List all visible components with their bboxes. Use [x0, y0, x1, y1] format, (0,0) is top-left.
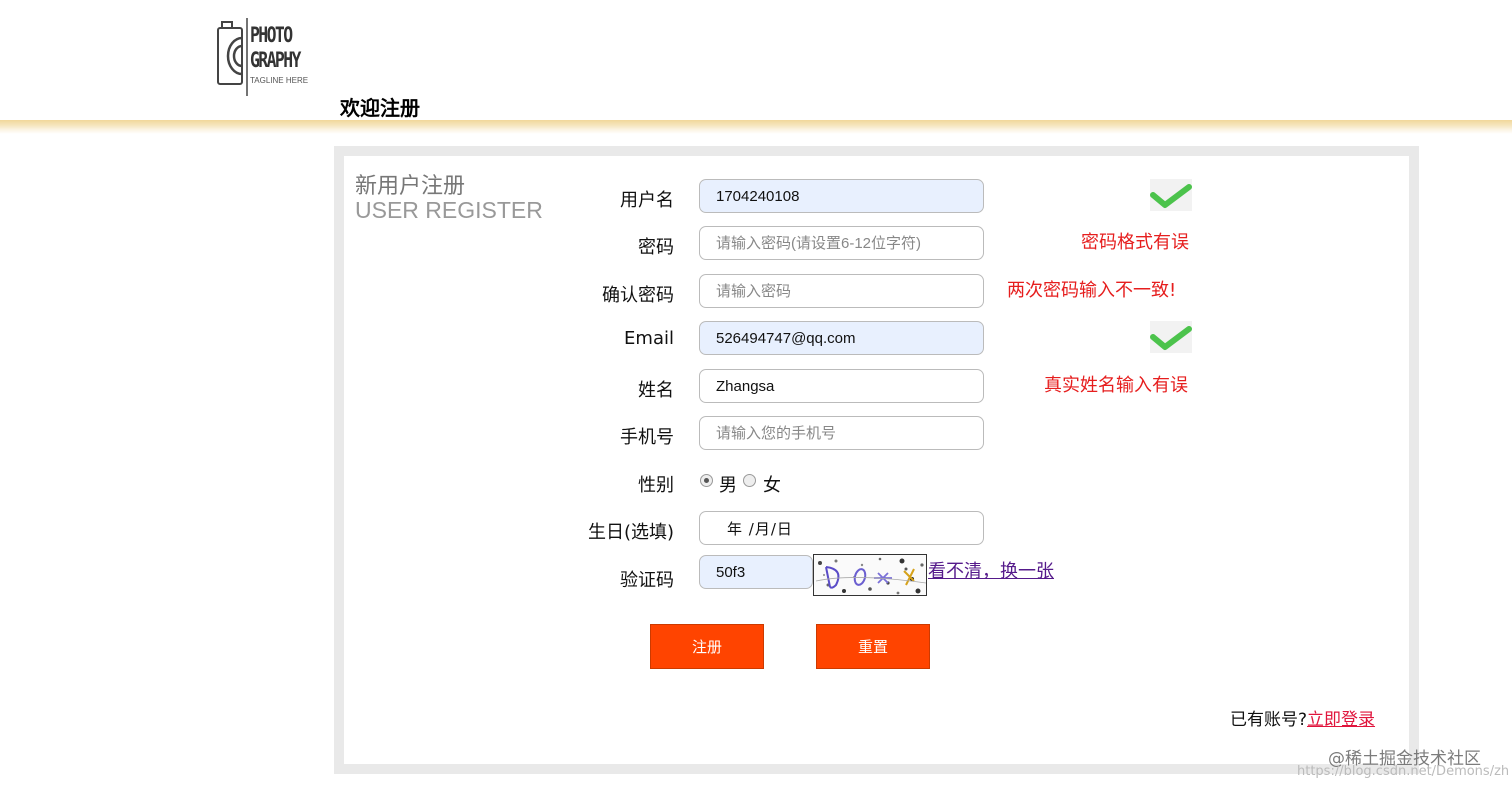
captcha-label: 验证码 [620, 570, 674, 591]
logo-line-1: PHOTO [250, 23, 293, 47]
gender-male-radio[interactable] [700, 474, 713, 487]
phone-input[interactable] [699, 416, 984, 450]
confirm-password-error: 两次密码输入不一致! [1007, 280, 1177, 301]
panel-title: 新用户注册 [355, 174, 466, 199]
register-button[interactable]: 注册 [650, 624, 764, 669]
birthday-label: 生日(选填) [587, 522, 674, 543]
phone-label: 手机号 [620, 427, 674, 448]
gender-female-radio[interactable] [743, 474, 756, 487]
confirm-password-label: 确认密码 [602, 285, 674, 306]
page-title: 欢迎注册 [340, 96, 420, 120]
logo-wordmark: PHOTO GRAPHY TAGLINE HERE [250, 22, 314, 85]
login-link[interactable]: 立即登录 [1307, 710, 1375, 730]
header-divider [0, 120, 1512, 134]
login-prompt: 已有账号?立即登录 [1230, 705, 1375, 730]
page-header: PHOTO GRAPHY TAGLINE HERE 欢迎注册 [0, 0, 1512, 124]
camera-icon [217, 18, 248, 96]
username-valid-indicator [1150, 179, 1192, 211]
confirm-password-input[interactable] [699, 274, 984, 308]
email-label: Email [624, 328, 674, 349]
site-logo[interactable]: PHOTO GRAPHY TAGLINE HERE [214, 16, 314, 98]
logo-line-2: GRAPHY [250, 48, 301, 72]
password-label: 密码 [638, 237, 674, 258]
account-prompt-text: 已有账号? [1230, 710, 1308, 730]
captcha-refresh-link[interactable]: 看不清，换一张 [928, 557, 1054, 583]
realname-input[interactable] [699, 369, 984, 403]
gender-female-label[interactable]: 女 [763, 471, 781, 497]
captcha-noise-graphic [815, 557, 926, 595]
password-error: 密码格式有误 [1081, 232, 1189, 253]
birthday-placeholder: 年 /月/日 [727, 520, 793, 538]
watermark-url: https://blog.csdn.net/Demons/zh [1297, 764, 1510, 779]
check-icon [1150, 184, 1192, 208]
logo-tagline: TAGLINE HERE [250, 76, 309, 85]
captcha-image[interactable] [813, 554, 927, 596]
reset-button[interactable]: 重置 [816, 624, 930, 669]
password-input[interactable] [699, 226, 984, 260]
email-input[interactable] [699, 321, 984, 355]
realname-error: 真实姓名输入有误 [1044, 375, 1188, 396]
gender-label: 性别 [638, 475, 674, 496]
gender-male-label[interactable]: 男 [719, 471, 737, 497]
username-label: 用户名 [620, 190, 674, 211]
username-input[interactable] [699, 179, 984, 213]
check-icon [1150, 326, 1192, 350]
realname-label: 姓名 [638, 380, 674, 401]
captcha-input[interactable] [699, 555, 813, 589]
email-valid-indicator [1150, 321, 1192, 353]
